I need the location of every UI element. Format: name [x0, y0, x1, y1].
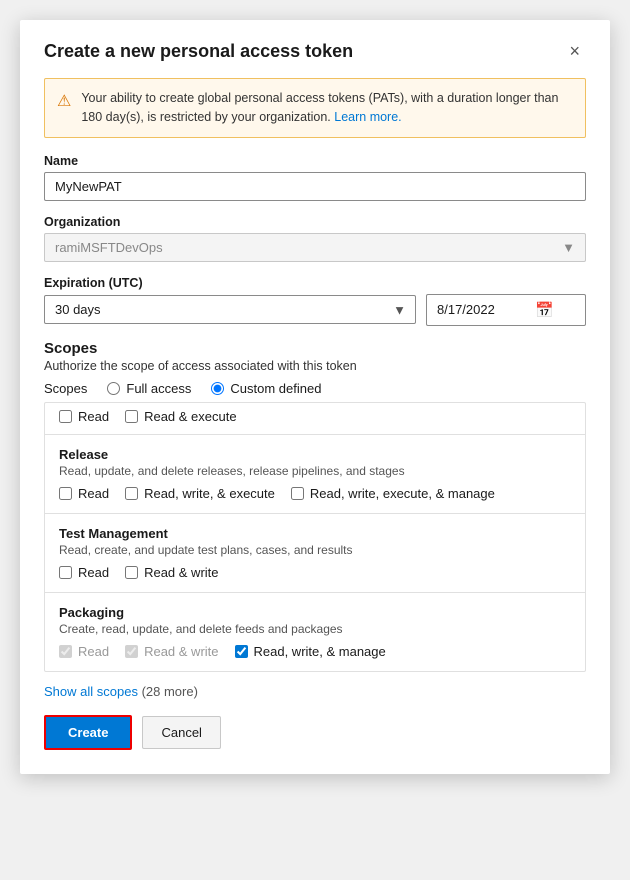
release-title: Release: [59, 447, 571, 462]
warning-text: Your ability to create global personal a…: [81, 89, 573, 127]
calendar-icon[interactable]: 📅: [535, 301, 554, 319]
org-label: Organization: [44, 215, 586, 229]
partial-readexec-checkbox-label[interactable]: Read & execute: [125, 409, 237, 424]
pkg-readwritemanage-checkbox[interactable]: [235, 645, 248, 658]
pkg-readwritemanage-label[interactable]: Read, write, & manage: [235, 644, 386, 659]
scope-options: Scopes Full access Custom defined: [44, 381, 586, 396]
release-readwriteexecmanage-text: Read, write, execute, & manage: [310, 486, 495, 501]
partial-checkboxes: Read Read & execute: [59, 409, 571, 424]
pkg-read-checkbox: [59, 645, 72, 658]
partial-readexec-checkbox[interactable]: [125, 410, 138, 423]
test-checkboxes: Read Read & write: [59, 565, 571, 580]
pkg-readwritemanage-text: Read, write, & manage: [254, 644, 386, 659]
packaging-title: Packaging: [59, 605, 571, 620]
partial-readexec-label: Read & execute: [144, 409, 237, 424]
packaging-desc: Create, read, update, and delete feeds a…: [59, 622, 571, 636]
org-chevron-icon: ▼: [562, 240, 575, 255]
name-label: Name: [44, 154, 586, 168]
scopes-title: Scopes: [44, 340, 586, 357]
create-button[interactable]: Create: [44, 715, 132, 750]
show-all-count: (28 more): [142, 684, 198, 699]
expiry-group: Expiration (UTC) 30 days 60 days 90 days…: [44, 276, 586, 326]
learn-more-link[interactable]: Learn more.: [334, 110, 401, 124]
footer-buttons: Create Cancel: [44, 715, 586, 750]
expiry-row: 30 days 60 days 90 days 180 days Custom …: [44, 294, 586, 326]
test-readwrite-checkbox[interactable]: [125, 566, 138, 579]
release-read-label[interactable]: Read: [59, 486, 109, 501]
modal-header: Create a new personal access token ×: [44, 40, 586, 62]
release-readwriteexec-text: Read, write, & execute: [144, 486, 275, 501]
name-field-group: Name: [44, 154, 586, 201]
release-checkboxes: Read Read, write, & execute Read, write,…: [59, 486, 571, 501]
org-value: ramiMSFTDevOps: [55, 240, 163, 255]
warning-icon: ⚠: [57, 90, 71, 114]
custom-defined-radio[interactable]: [211, 382, 224, 395]
pkg-read-text: Read: [78, 644, 109, 659]
modal-title: Create a new personal access token: [44, 41, 353, 62]
test-title: Test Management: [59, 526, 571, 541]
scopes-description: Authorize the scope of access associated…: [44, 359, 586, 373]
pkg-read-label: Read: [59, 644, 109, 659]
scopes-section: Scopes Authorize the scope of access ass…: [44, 340, 586, 396]
scopes-scroll-area[interactable]: Read Read & execute Release Read, update…: [44, 402, 586, 672]
pkg-readwrite-label: Read & write: [125, 644, 218, 659]
full-access-radio[interactable]: [107, 382, 120, 395]
scopes-options-label: Scopes: [44, 381, 87, 396]
name-input[interactable]: [44, 172, 586, 201]
expiry-select[interactable]: 30 days 60 days 90 days 180 days Custom …: [44, 295, 416, 324]
scope-group-packaging: Packaging Create, read, update, and dele…: [45, 593, 585, 671]
show-all-link[interactable]: Show all scopes (28 more): [44, 684, 198, 699]
create-pat-modal: Create a new personal access token × ⚠ Y…: [20, 20, 610, 774]
custom-defined-option[interactable]: Custom defined: [211, 381, 321, 396]
release-read-text: Read: [78, 486, 109, 501]
scope-group-release: Release Read, update, and delete release…: [45, 435, 585, 514]
date-input-wrapper: 📅: [426, 294, 586, 326]
warning-banner: ⚠ Your ability to create global personal…: [44, 78, 586, 138]
partial-read-checkbox-label[interactable]: Read: [59, 409, 109, 424]
release-readwriteexecmanage-label[interactable]: Read, write, execute, & manage: [291, 486, 495, 501]
partial-read-checkbox[interactable]: [59, 410, 72, 423]
cancel-button[interactable]: Cancel: [142, 716, 220, 749]
test-desc: Read, create, and update test plans, cas…: [59, 543, 571, 557]
test-readwrite-label[interactable]: Read & write: [125, 565, 218, 580]
show-all-label: Show all scopes: [44, 684, 138, 699]
release-readwriteexec-checkbox[interactable]: [125, 487, 138, 500]
full-access-label: Full access: [126, 381, 191, 396]
full-access-option[interactable]: Full access: [107, 381, 191, 396]
release-read-checkbox[interactable]: [59, 487, 72, 500]
partial-read-label: Read: [78, 409, 109, 424]
release-readwriteexecmanage-checkbox[interactable]: [291, 487, 304, 500]
test-readwrite-text: Read & write: [144, 565, 218, 580]
test-read-label[interactable]: Read: [59, 565, 109, 580]
date-input[interactable]: [437, 302, 527, 317]
pkg-readwrite-checkbox: [125, 645, 138, 658]
packaging-checkboxes: Read Read & write Read, write, & manage: [59, 644, 571, 659]
org-field-group: Organization ramiMSFTDevOps ▼: [44, 215, 586, 262]
scope-group-test: Test Management Read, create, and update…: [45, 514, 585, 593]
release-readwriteexec-label[interactable]: Read, write, & execute: [125, 486, 275, 501]
custom-defined-label: Custom defined: [230, 381, 321, 396]
test-read-checkbox[interactable]: [59, 566, 72, 579]
expiry-select-wrapper: 30 days 60 days 90 days 180 days Custom …: [44, 295, 416, 324]
org-select[interactable]: ramiMSFTDevOps ▼: [44, 233, 586, 262]
expiry-label: Expiration (UTC): [44, 276, 586, 290]
test-read-text: Read: [78, 565, 109, 580]
partial-row: Read Read & execute: [45, 403, 585, 435]
show-all-scopes-row: Show all scopes (28 more): [44, 672, 586, 715]
pkg-readwrite-text: Read & write: [144, 644, 218, 659]
release-desc: Read, update, and delete releases, relea…: [59, 464, 571, 478]
close-button[interactable]: ×: [563, 40, 586, 62]
